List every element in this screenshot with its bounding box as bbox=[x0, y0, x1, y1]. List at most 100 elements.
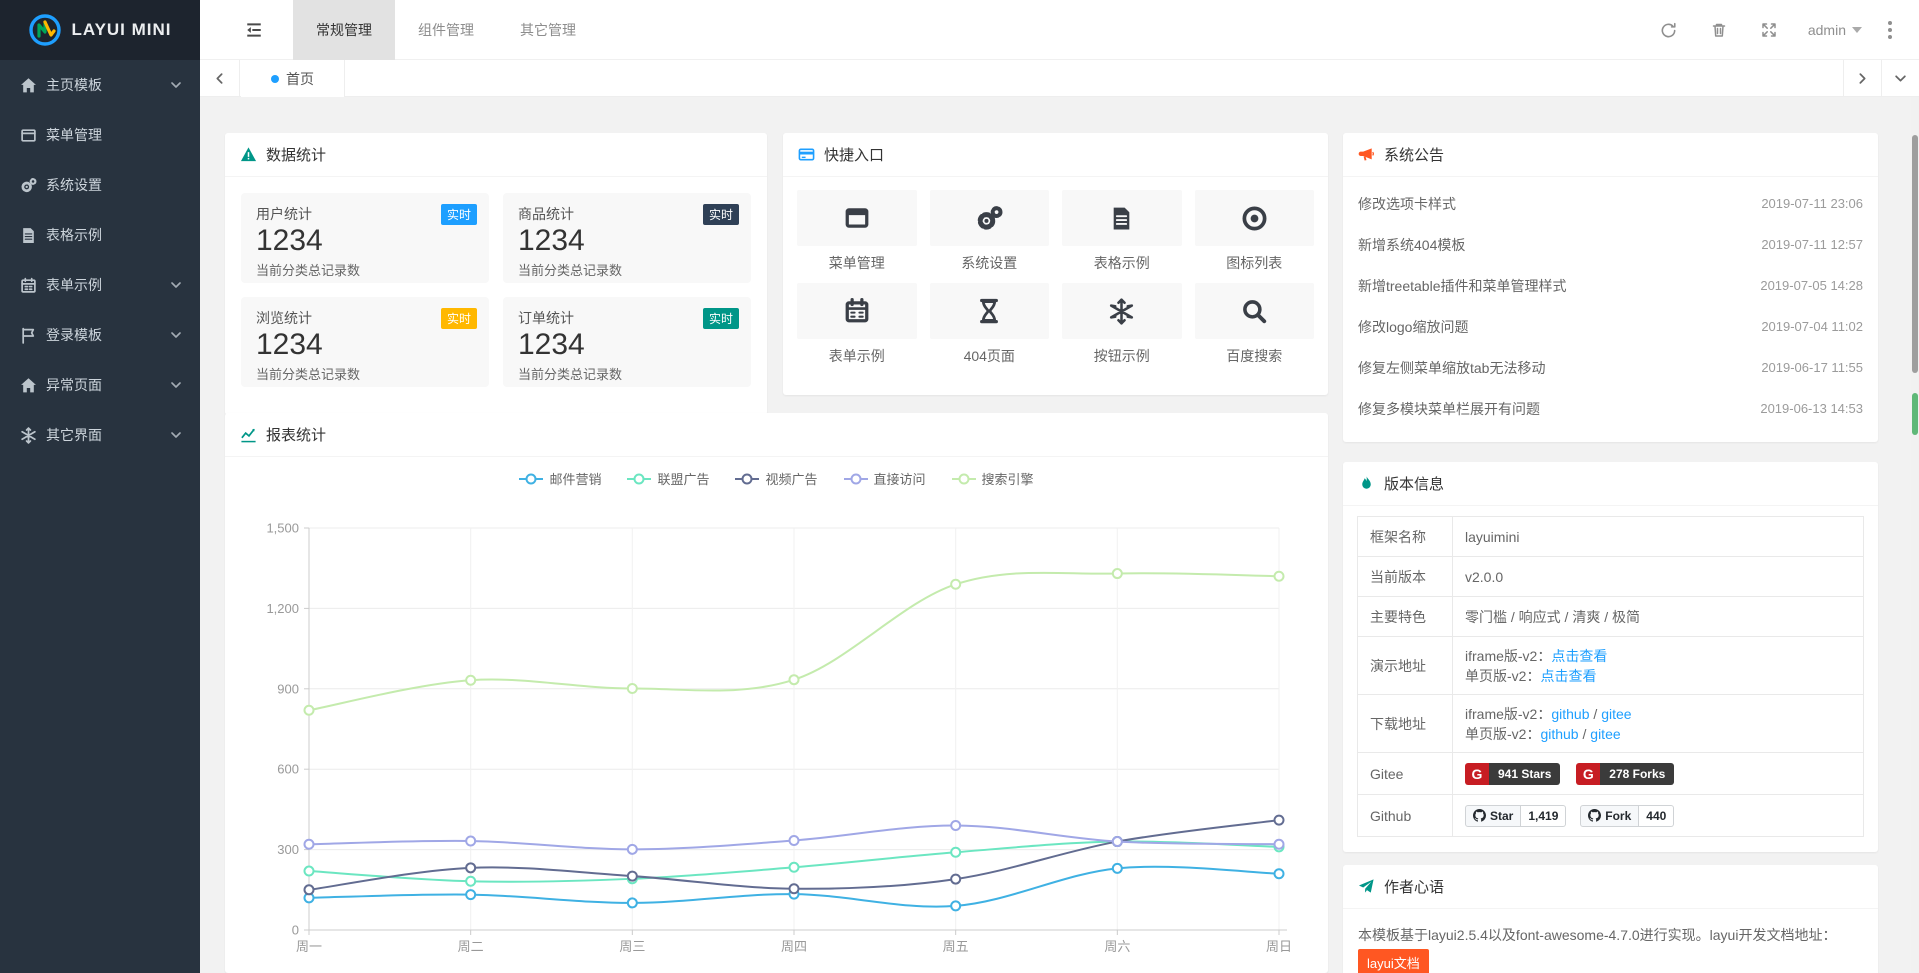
github-star-count[interactable]: 1,419 bbox=[1521, 805, 1566, 827]
svg-text:周二: 周二 bbox=[458, 939, 484, 954]
sidebar-item-label: 主页模板 bbox=[46, 75, 170, 95]
sidebar-item-error-pages[interactable]: 异常页面 bbox=[0, 360, 200, 410]
tab-component-management[interactable]: 组件管理 bbox=[395, 0, 497, 60]
shortcut-menu-management[interactable]: 菜单管理 bbox=[797, 190, 917, 273]
demo-spa-link[interactable]: 点击查看 bbox=[1540, 668, 1596, 684]
announcement-item[interactable]: 修复多模块菜单栏展开有问题 2019-06-13 14:53 bbox=[1358, 388, 1863, 429]
shortcut-form-example[interactable]: 表单示例 bbox=[797, 283, 917, 366]
credit-card-icon bbox=[798, 146, 815, 163]
chevron-down-icon bbox=[1894, 72, 1907, 85]
fullscreen-button[interactable] bbox=[1744, 0, 1794, 60]
svg-text:周五: 周五 bbox=[943, 939, 969, 954]
shortcut-system-settings[interactable]: 系统设置 bbox=[930, 190, 1050, 273]
shortcut-table-example[interactable]: 表格示例 bbox=[1062, 190, 1182, 273]
svg-text:周日: 周日 bbox=[1266, 939, 1292, 954]
shortcut-label: 图标列表 bbox=[1195, 253, 1315, 273]
window-icon bbox=[844, 205, 870, 231]
fire-icon bbox=[1358, 475, 1375, 492]
calendar-icon bbox=[20, 277, 37, 294]
shortcut-button-example[interactable]: 按钮示例 bbox=[1062, 283, 1182, 366]
shortcut-404-page[interactable]: 404页面 bbox=[930, 283, 1050, 366]
realtime-badge: 实时 bbox=[703, 204, 739, 225]
stat-box-views[interactable]: 浏览统计 实时 1234 当前分类总记录数 bbox=[241, 297, 489, 387]
announcement-item[interactable]: 修改选项卡样式 2019-07-11 23:06 bbox=[1358, 183, 1863, 224]
chevron-down-icon bbox=[170, 379, 182, 391]
clear-cache-button[interactable] bbox=[1694, 0, 1744, 60]
app-title: LAYUI MINI bbox=[71, 20, 171, 40]
row-label: Github bbox=[1358, 795, 1453, 837]
download-github-link[interactable]: github bbox=[1540, 726, 1578, 742]
stat-box-users[interactable]: 用户统计 实时 1234 当前分类总记录数 bbox=[241, 193, 489, 283]
row-label: 框架名称 bbox=[1358, 517, 1453, 557]
sidebar-toggle-button[interactable] bbox=[232, 0, 276, 60]
github-fork-count[interactable]: 440 bbox=[1639, 805, 1674, 827]
card-header: 数据统计 bbox=[225, 133, 767, 177]
svg-text:1,500: 1,500 bbox=[266, 521, 299, 536]
announcement-item[interactable]: 修复左侧菜单缩放tab无法移动 2019-06-17 11:55 bbox=[1358, 347, 1863, 388]
scrollbar-track[interactable] bbox=[1911, 97, 1919, 973]
download-links: iframe版-v2：github / gitee 单页版-v2：github … bbox=[1453, 695, 1864, 753]
flag-icon bbox=[20, 327, 37, 344]
author-line1: 本模板基于layui2.5.4以及font-awesome-4.7.0进行实现。… bbox=[1358, 927, 1836, 943]
announcement-text: 新增treetable插件和菜单管理样式 bbox=[1358, 276, 1566, 296]
sidebar-item-label: 登录模板 bbox=[46, 325, 170, 345]
gears-icon bbox=[20, 177, 37, 194]
github-fork-button[interactable]: Fork bbox=[1580, 805, 1639, 827]
sidebar-item-home-template[interactable]: 主页模板 bbox=[0, 60, 200, 110]
gitee-stars-badge[interactable]: G941 Stars bbox=[1465, 763, 1560, 785]
more-options-button[interactable] bbox=[1876, 0, 1904, 60]
paper-plane-icon bbox=[1358, 878, 1375, 895]
announcement-item[interactable]: 新增系统404模板 2019-07-11 12:57 bbox=[1358, 224, 1863, 265]
download-gitee-link[interactable]: gitee bbox=[1590, 726, 1620, 742]
app-logo[interactable]: LAYUI MINI bbox=[0, 0, 200, 60]
tab-general-management[interactable]: 常规管理 bbox=[293, 0, 395, 60]
table-row: Github Star 1,419 Fork 440 bbox=[1358, 795, 1864, 837]
sidebar-item-table-example[interactable]: 表格示例 bbox=[0, 210, 200, 260]
sidebar-item-other-pages[interactable]: 其它界面 bbox=[0, 410, 200, 460]
download-github-link[interactable]: github bbox=[1551, 706, 1589, 722]
scrollbar-thumb-green[interactable] bbox=[1912, 393, 1918, 435]
demo-iframe-link[interactable]: 点击查看 bbox=[1551, 648, 1607, 664]
github-star-button[interactable]: Star bbox=[1465, 805, 1521, 827]
svg-text:300: 300 bbox=[277, 842, 299, 857]
download-gitee-link[interactable]: gitee bbox=[1601, 706, 1631, 722]
shortcut-icon-list[interactable]: 图标列表 bbox=[1195, 190, 1315, 273]
file-icon bbox=[20, 227, 37, 244]
sidebar-item-login-template[interactable]: 登录模板 bbox=[0, 310, 200, 360]
file-icon bbox=[1109, 206, 1134, 231]
shortcut-baidu-search[interactable]: 百度搜索 bbox=[1195, 283, 1315, 366]
layui-doc-badge[interactable]: layui文档 bbox=[1358, 949, 1429, 973]
shortcut-label: 百度搜索 bbox=[1195, 346, 1315, 366]
tab-home[interactable]: 首页 bbox=[241, 60, 345, 97]
user-menu[interactable]: admin bbox=[1794, 0, 1876, 60]
shortcut-label: 表单示例 bbox=[797, 346, 917, 366]
refresh-button[interactable] bbox=[1644, 0, 1694, 60]
gitee-forks-badge[interactable]: G278 Forks bbox=[1576, 763, 1674, 785]
tab-scroll-left-button[interactable] bbox=[200, 60, 240, 97]
realtime-badge: 实时 bbox=[441, 204, 477, 225]
stat-description: 当前分类总记录数 bbox=[518, 260, 736, 279]
demo-links: iframe版-v2：点击查看 单页版-v2：点击查看 bbox=[1453, 637, 1864, 695]
announcement-item[interactable]: 新增treetable插件和菜单管理样式 2019-07-05 14:28 bbox=[1358, 265, 1863, 306]
tab-other-management[interactable]: 其它管理 bbox=[497, 0, 599, 60]
scrollbar-thumb[interactable] bbox=[1912, 135, 1918, 373]
warning-triangle-icon bbox=[240, 146, 257, 163]
card-title: 数据统计 bbox=[266, 144, 326, 165]
announcement-item[interactable]: 修改logo缩放问题 2019-07-04 11:02 bbox=[1358, 306, 1863, 347]
page-tab-bar: 首页 bbox=[200, 60, 1919, 97]
announcement-time: 2019-06-17 11:55 bbox=[1761, 360, 1863, 375]
svg-text:周三: 周三 bbox=[619, 939, 645, 954]
sidebar-item-form-example[interactable]: 表单示例 bbox=[0, 260, 200, 310]
line-chart[interactable]: 03006009001,2001,500周一周二周三周四周五周六周日 bbox=[225, 413, 1328, 973]
stat-box-products[interactable]: 商品统计 实时 1234 当前分类总记录数 bbox=[503, 193, 751, 283]
svg-text:周四: 周四 bbox=[781, 939, 807, 954]
tab-operations-dropdown-button[interactable] bbox=[1881, 60, 1919, 97]
announcement-text: 修改logo缩放问题 bbox=[1358, 317, 1468, 337]
stat-box-orders[interactable]: 订单统计 实时 1234 当前分类总记录数 bbox=[503, 297, 751, 387]
tab-scroll-right-button[interactable] bbox=[1843, 60, 1881, 97]
version-table-wrap: 框架名称 layuimini 当前版本 v2.0.0 主要特色 零门槛 / 响应… bbox=[1343, 506, 1878, 847]
sidebar-item-system-settings[interactable]: 系统设置 bbox=[0, 160, 200, 210]
github-fork-widget: Fork 440 bbox=[1580, 805, 1674, 827]
sidebar-item-menu-management[interactable]: 菜单管理 bbox=[0, 110, 200, 160]
table-row: 当前版本 v2.0.0 bbox=[1358, 557, 1864, 597]
